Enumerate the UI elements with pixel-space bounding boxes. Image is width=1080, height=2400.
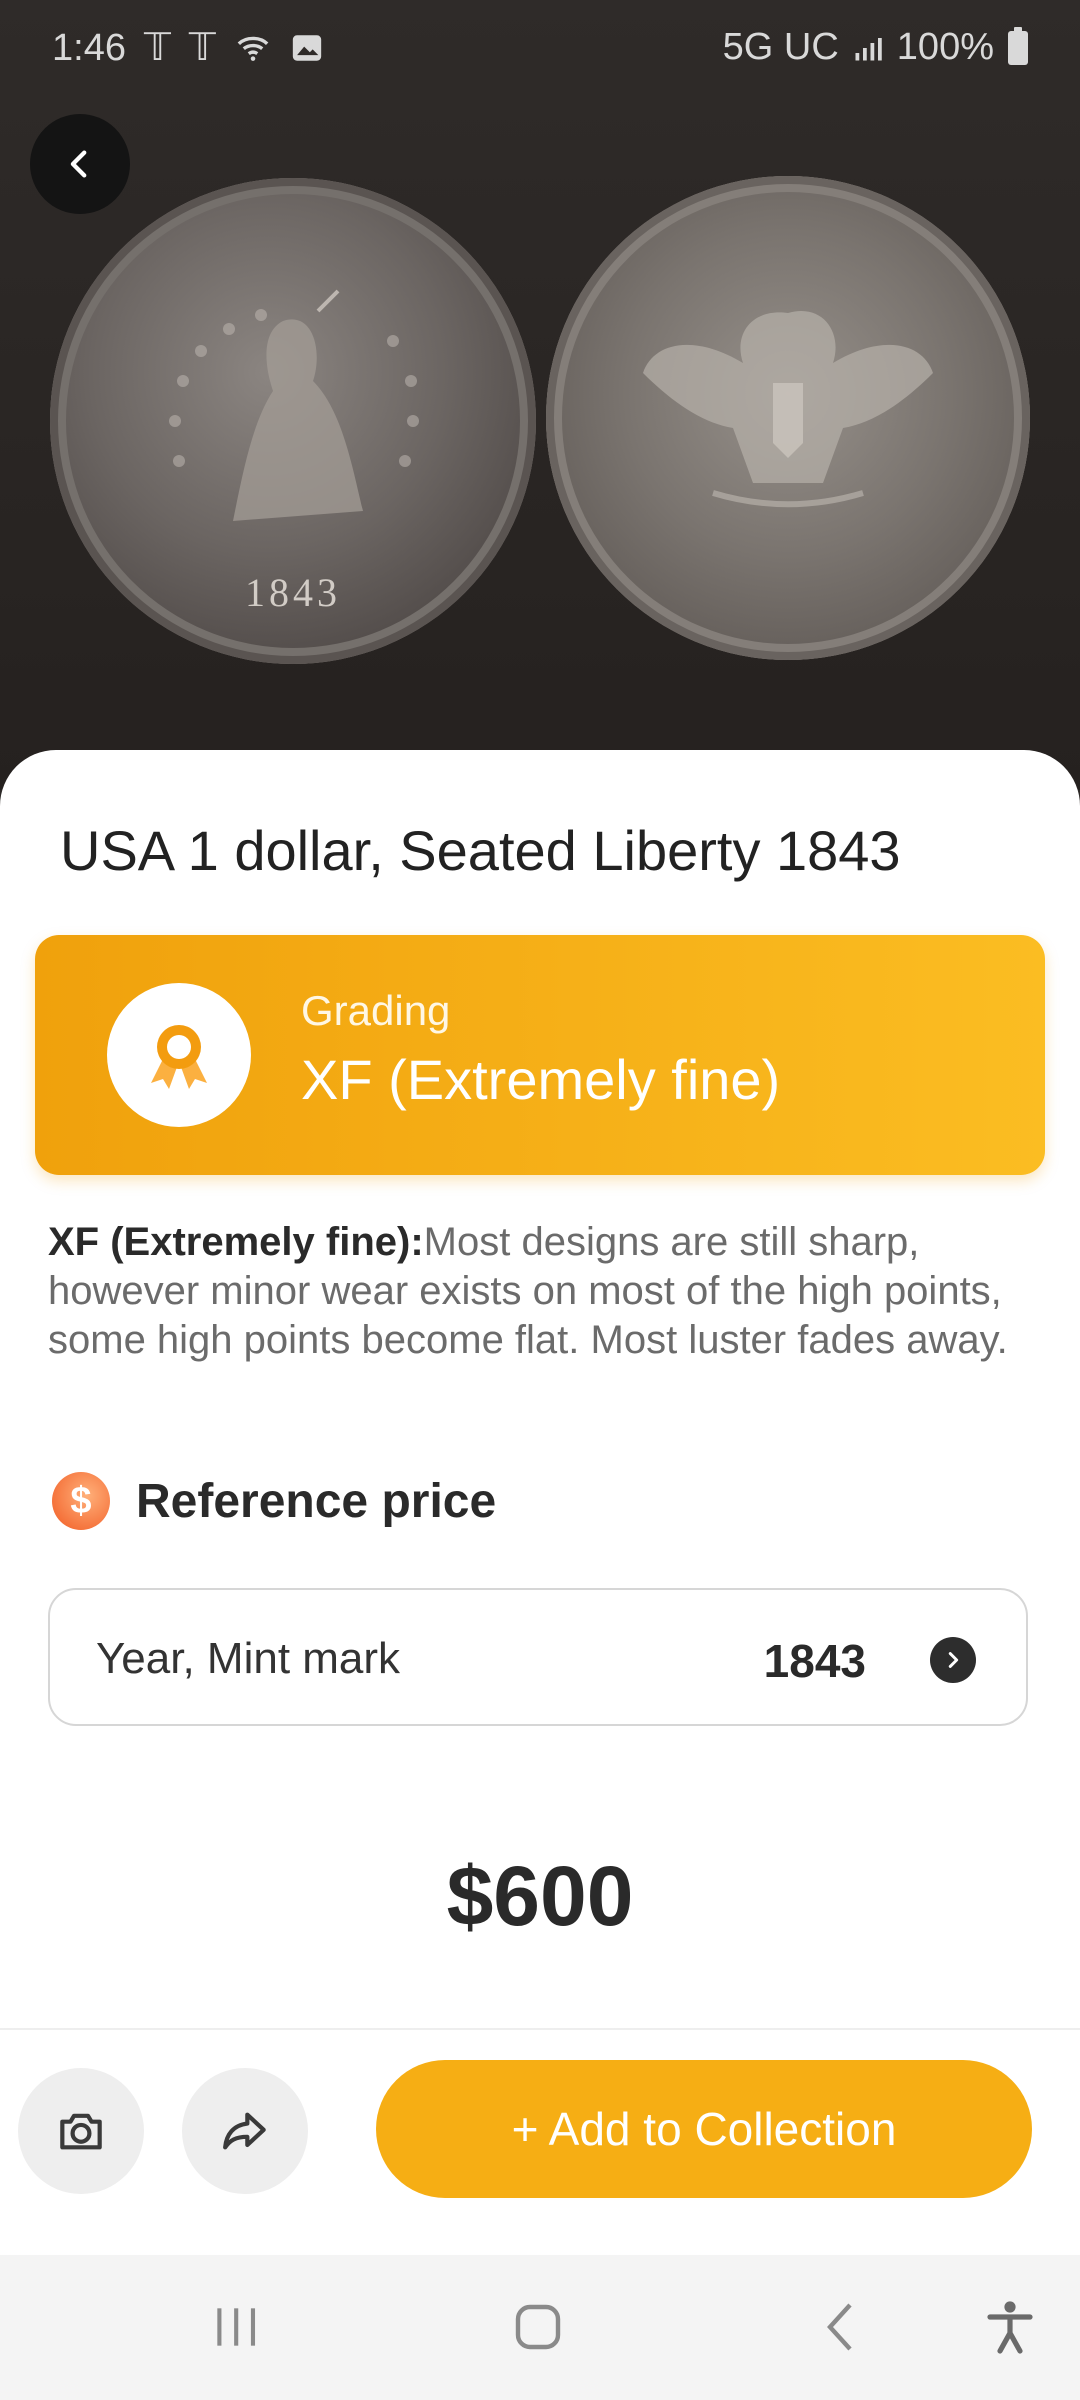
coin-title: USA 1 dollar, Seated Liberty 1843 [60,819,901,882]
grade-description: XF (Extremely fine):Most designs are sti… [48,1218,1008,1365]
coin-detail-sheet: USA 1 dollar, Seated Liberty 1843 Gradin… [0,750,1080,2255]
home-icon[interactable] [508,2297,568,2357]
battery-icon [1008,26,1028,65]
grading-value: XF (Extremely fine) [301,1048,781,1111]
coin-date: 1843 [245,570,341,615]
year-mint-label: Year, Mint mark [96,1634,401,1683]
reference-price-value: $600 [446,1849,634,1943]
recent-apps-icon[interactable] [208,2297,264,2357]
award-ribbon-icon [151,1025,207,1089]
grading-card: Grading XF (Extremely fine) [35,935,1045,1175]
camera-icon [60,2113,102,2150]
signal-icon [855,37,882,60]
status-time: 1:46 [52,26,126,69]
image-icon [292,35,321,61]
wifi-icon [237,36,269,61]
award-badge [107,983,251,1127]
chevron-right-icon[interactable] [930,1637,976,1683]
coin-image-area: 1843 [0,0,1080,790]
network-type: 5G UC [722,26,839,68]
coin-reverse-image [546,176,1030,660]
year-mint-selector[interactable]: Year, Mint mark 1843 [48,1588,1028,1726]
grade-term: XF (Extremely fine): [48,1220,424,1264]
reference-price-title: Reference price [136,1474,497,1528]
coin-obverse-image: 1843 [50,178,536,664]
system-nav-bar [0,2255,1080,2400]
camera-button[interactable] [18,2068,144,2194]
reference-price-header: $ Reference price [52,1472,496,1530]
action-bar-divider [0,2028,1080,2030]
back-icon[interactable] [812,2297,872,2357]
share-button[interactable] [182,2068,308,2194]
grading-label: Grading [301,987,451,1034]
back-button[interactable] [30,114,130,214]
year-mint-value: 1843 [763,1635,866,1687]
battery-percent: 100% [896,26,994,68]
tmobile-icon: 𝕋 [188,27,216,69]
add-to-collection-button[interactable]: + Add to Collection [376,2060,1032,2198]
share-icon [223,2112,266,2150]
tmobile-icon: 𝕋 [143,27,171,69]
dollar-coin-icon: $ [52,1472,110,1530]
status-bar: 1:46 𝕋 𝕋 5G UC 100% [0,0,1080,100]
accessibility-icon[interactable] [980,2297,1040,2357]
chevron-left-icon [70,150,87,178]
